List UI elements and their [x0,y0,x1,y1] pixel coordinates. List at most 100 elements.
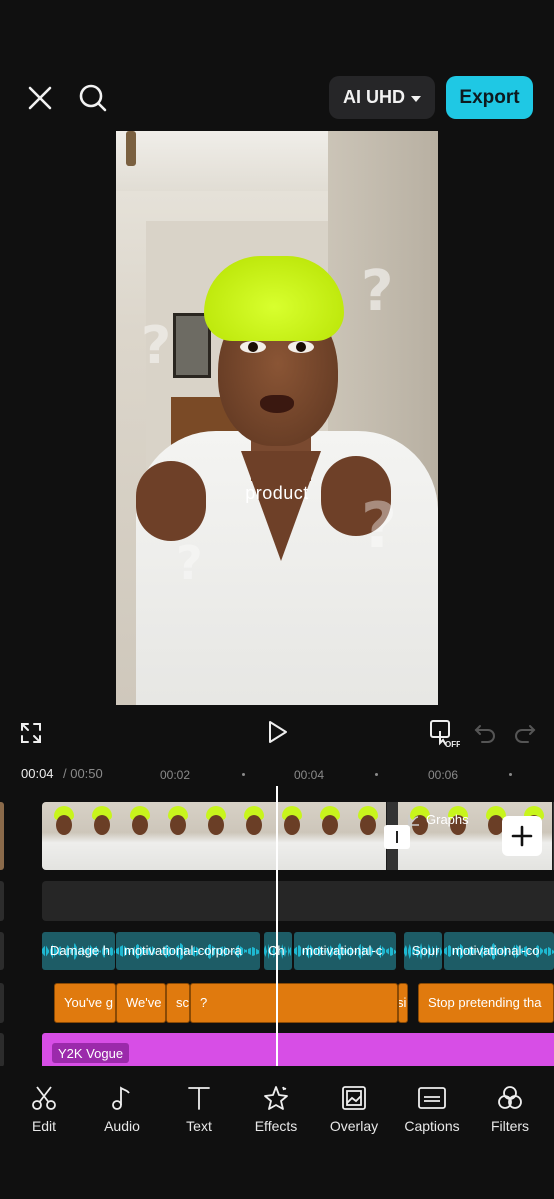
export-button[interactable]: Export [446,76,533,119]
redo-button[interactable] [512,720,538,746]
svg-text:OFF: OFF [445,740,460,749]
presenter-mouth [260,395,294,413]
text-clip[interactable]: We've [116,983,166,1023]
keyframe-off-icon: OFF [430,720,460,749]
tool-label: Filters [490,1118,530,1134]
redo-icon [515,725,536,743]
presenter-collar [241,451,321,561]
text-clip[interactable]: sc [166,983,190,1023]
clip-thumbnail [80,802,121,870]
graphs-label: Graphs [426,812,469,827]
close-button[interactable] [20,78,60,118]
track-handle[interactable] [0,881,4,921]
tool-edit[interactable]: Edit [5,1084,83,1134]
presenter-headwrap [204,256,344,341]
bottom-toolbar: Edit Audio Text Effects Overlay Captions… [0,1066,554,1199]
audio-clip[interactable]: Damage h [42,932,115,970]
clip-thumbnail [232,802,273,870]
tool-overlay[interactable]: Overlay [315,1084,393,1134]
clip-thumbnail [156,802,197,870]
keyframe-toggle-button[interactable]: OFF [427,716,461,750]
clip-thumbnail [42,802,83,870]
filters-icon [498,1086,522,1109]
fullscreen-icon [21,723,41,743]
track-handle[interactable] [0,983,4,1023]
presenter-eye [288,341,314,353]
playhead[interactable] [276,786,278,1066]
presenter-eye [240,341,266,353]
ruler-dot [375,773,378,776]
tool-label: Captions [404,1118,460,1134]
ruler-tick-label: 00:06 [428,768,459,782]
question-mark: ? [141,316,172,376]
overlay-image-icon [342,1086,366,1110]
tool-label: Text [186,1118,212,1134]
tool-filters[interactable]: Filters [471,1084,549,1134]
player-controls: OFF [0,712,554,752]
sparkle-star-icon [264,1086,288,1110]
ruler-dot [242,773,245,776]
tool-effects[interactable]: Effects [237,1084,315,1134]
text-clip[interactable]: You've g [54,983,116,1023]
text-clip[interactable]: Stop pretending tha [418,983,554,1023]
tool-text[interactable]: Text [160,1084,238,1134]
effect-label: Y2K Vogue [52,1043,130,1063]
quality-label: AI UHD [343,87,405,107]
audio-clip[interactable]: Ch [264,932,292,970]
main-video-track[interactable] [42,802,554,870]
ruler-dot [509,773,512,776]
clip-thumbnail [346,802,387,870]
audio-clip[interactable]: Sour [404,932,442,970]
captions-icon [418,1087,446,1109]
video-preview[interactable]: ? ? ? ? product [116,131,438,705]
undo-button[interactable] [472,720,498,746]
plus-icon [511,825,533,847]
transition-button[interactable] [384,825,410,849]
text-icon [188,1087,210,1110]
tool-label: Effects [254,1118,298,1134]
close-icon [28,86,52,110]
ruler-tick-label: 00:02 [160,768,191,782]
audio-track: Damage h motivational-corpora Ch motivat… [42,932,554,970]
track-handle[interactable] [0,932,4,970]
top-bar: AI UHD Export [0,60,554,136]
clip-thumbnail [194,802,235,870]
undo-icon [474,725,495,743]
track-handle[interactable] [0,1033,4,1067]
quality-dropdown[interactable]: AI UHD [329,76,435,119]
text-clip[interactable]: ? [190,983,398,1023]
scene-lamp [126,131,136,166]
play-button[interactable] [262,716,294,748]
graphs-indicator[interactable]: Graphs [408,812,469,827]
caret-down-icon [411,95,421,102]
graph-curve-icon [408,814,419,826]
current-time: 00:04 [21,766,54,781]
search-icon [79,84,107,112]
empty-overlay-track[interactable] [42,881,554,921]
track-handle[interactable] [0,802,4,870]
music-note-icon [112,1086,130,1110]
clip-thumbnail [308,802,349,870]
transition-icon [396,831,398,843]
question-mark: ? [361,259,394,324]
text-track: You've g We've sc ? si Stop pretending t… [42,983,554,1023]
search-button[interactable] [72,78,114,118]
timeline-ruler[interactable]: 00:04 / 00:50 00:02 00:04 00:06 [0,760,554,788]
text-clip[interactable]: si [398,983,408,1023]
effect-track[interactable]: Y2K Vogue [42,1033,554,1067]
audio-clip[interactable]: motivational-co [444,932,554,970]
tool-label: Overlay [329,1118,379,1134]
tool-captions[interactable]: Captions [393,1084,471,1134]
question-mark: ? [176,536,203,590]
audio-clip[interactable]: motivational-c [294,932,396,970]
tool-label: Edit [31,1118,57,1134]
audio-clip[interactable]: motivational-corpora [116,932,260,970]
ruler-tick-label: 00:04 [294,768,325,782]
tool-audio[interactable]: Audio [83,1084,161,1134]
total-duration: / 00:50 [63,766,103,781]
fullscreen-button[interactable] [16,718,46,748]
scissors-icon [32,1086,56,1110]
play-icon [269,721,287,743]
overlay-caption: product [245,483,309,503]
add-clip-button[interactable] [502,816,542,856]
